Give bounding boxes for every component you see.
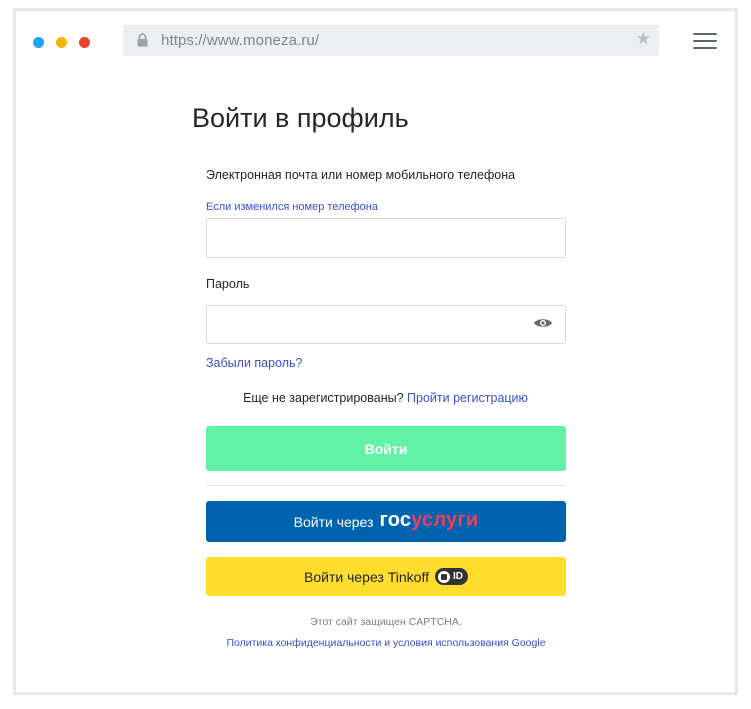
tinkoff-label: Войти через Tinkoff (304, 568, 429, 585)
email-label: Электронная почта или номер мобильного т… (206, 168, 516, 182)
google-policy-link[interactable]: Политика конфиденциальности и условия ис… (226, 637, 545, 649)
email-input[interactable] (206, 218, 566, 258)
gosuslugi-prefix: Войти через (293, 513, 374, 530)
window-dot-yellow[interactable] (56, 37, 67, 48)
not-registered-text: Еще не зарегистрированы? (243, 391, 404, 405)
password-input[interactable] (206, 305, 521, 344)
page-title: Войти в профиль (192, 103, 409, 133)
gosuslugi-logo: госуслуги (379, 509, 479, 531)
tinkoff-login-button[interactable]: Войти через Tinkoff ID (206, 557, 566, 596)
tinkoff-shield-icon (437, 570, 450, 583)
login-button[interactable]: Войти (206, 426, 566, 471)
window-dot-red[interactable] (79, 37, 90, 48)
phone-changed-link[interactable]: Если изменился номер телефона (206, 201, 378, 213)
register-row: Еще не зарегистрированы? Пройти регистра… (205, 391, 566, 405)
hamburger-menu-icon[interactable] (693, 33, 717, 50)
tinkoff-id-badge: ID (434, 568, 468, 585)
login-button-label: Войти (364, 440, 408, 457)
captcha-text: Этот сайт защищен CAPTCHA. (310, 616, 462, 628)
policy-row: Политика конфиденциальности и условия ис… (206, 637, 566, 649)
address-bar[interactable]: https://www.moneza.ru/ ★ (123, 25, 659, 56)
gosuslugi-login-button[interactable]: Войти через госуслуги (206, 501, 566, 542)
window-dot-blue[interactable] (33, 37, 44, 48)
divider (206, 485, 566, 486)
lock-icon (137, 33, 148, 52)
forgot-password-link[interactable]: Забыли пароль? (206, 356, 303, 370)
url-text[interactable]: https://www.moneza.ru/ (161, 32, 319, 49)
password-label: Пароль (206, 277, 250, 291)
eye-icon (533, 316, 553, 334)
show-password-button[interactable] (520, 305, 566, 344)
register-link[interactable]: Пройти регистрацию (407, 391, 528, 405)
browser-window: https://www.moneza.ru/ ★ Войти в профиль… (13, 8, 738, 695)
star-icon[interactable]: ★ (636, 30, 651, 47)
